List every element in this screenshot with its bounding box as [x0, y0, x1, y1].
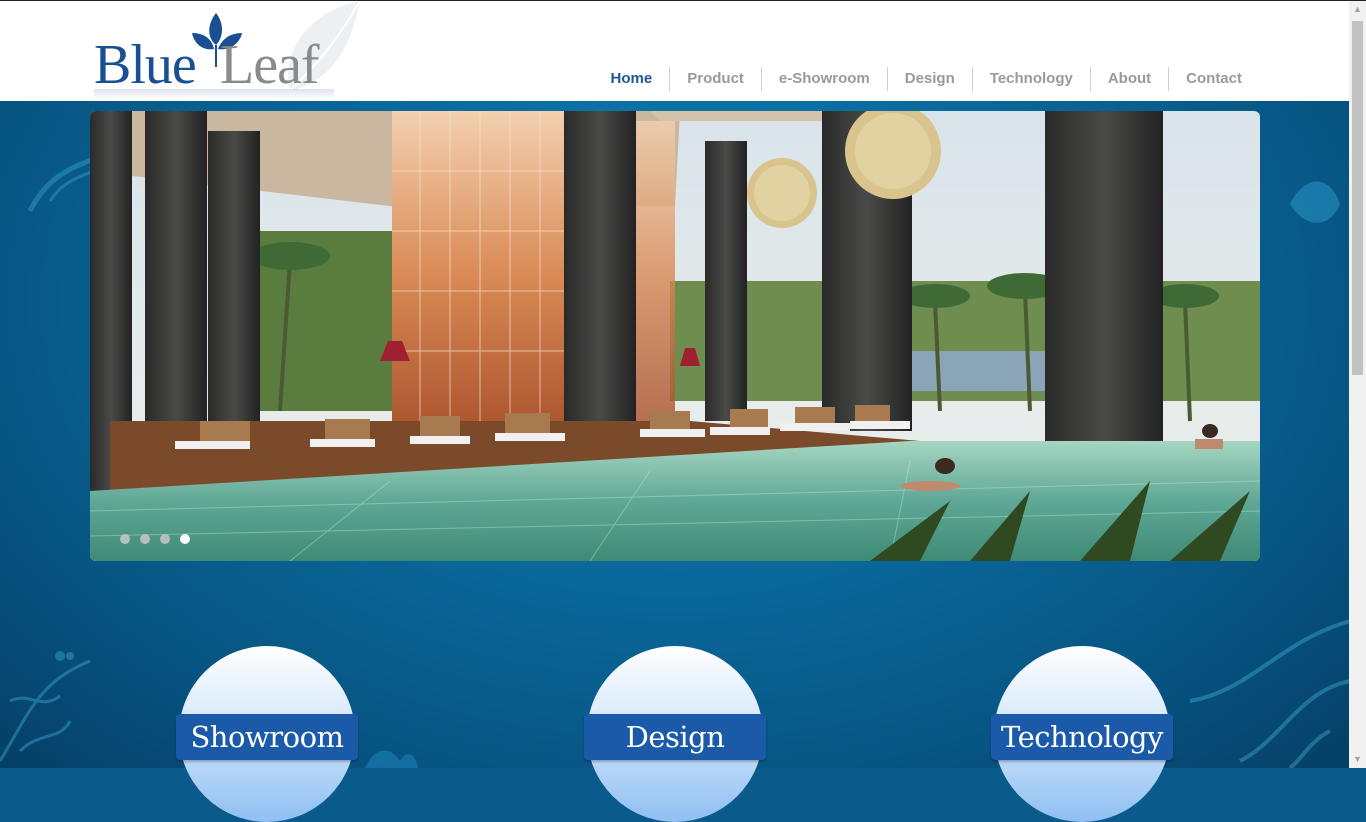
decorative-vine-left-icon — [0, 651, 91, 762]
hero-slider[interactable] — [90, 111, 1260, 561]
nav-e-showroom[interactable]: e-Showroom — [760, 67, 887, 91]
slider-pagination — [120, 534, 200, 544]
slider-dot-2[interactable] — [140, 534, 150, 544]
nav-product[interactable]: Product — [669, 67, 761, 91]
nav-home[interactable]: Home — [594, 67, 670, 91]
site-header: Blue Leaf Home Product e-Showroom Design… — [0, 1, 1349, 101]
feature-technology-label: Technology — [1001, 720, 1164, 754]
logo-word-blue: Blue — [94, 34, 197, 96]
feature-design[interactable]: Design — [584, 646, 766, 822]
nav-design[interactable]: Design — [886, 67, 972, 91]
logo-reflection — [94, 89, 334, 99]
slider-dot-4[interactable] — [180, 534, 190, 544]
feature-showroom-label: Showroom — [190, 720, 344, 754]
slider-dot-3[interactable] — [160, 534, 170, 544]
nav-contact[interactable]: Contact — [1168, 67, 1259, 91]
logo-word-leaf: Leaf — [220, 34, 320, 96]
decorative-splash-icon — [365, 750, 418, 768]
nav-about[interactable]: About — [1089, 67, 1168, 91]
feature-technology[interactable]: Technology — [991, 646, 1173, 822]
feature-design-label: Design — [625, 720, 725, 754]
feature-showroom[interactable]: Showroom — [176, 646, 358, 822]
bluleaf-logo[interactable]: Blue Leaf — [92, 7, 372, 99]
decorative-fish-icon — [1290, 181, 1340, 223]
scroll-down-arrow-icon[interactable]: ▼ — [1349, 751, 1366, 768]
vertical-scrollbar[interactable]: ▲ ▼ — [1349, 1, 1366, 768]
main-nav: Home Product e-Showroom Design Technolog… — [594, 67, 1259, 91]
scroll-thumb[interactable] — [1352, 21, 1363, 375]
nav-technology[interactable]: Technology — [971, 67, 1090, 91]
slider-dot-1[interactable] — [120, 534, 130, 544]
hero-slide-image — [90, 111, 1260, 561]
scroll-up-arrow-icon[interactable]: ▲ — [1349, 1, 1366, 18]
